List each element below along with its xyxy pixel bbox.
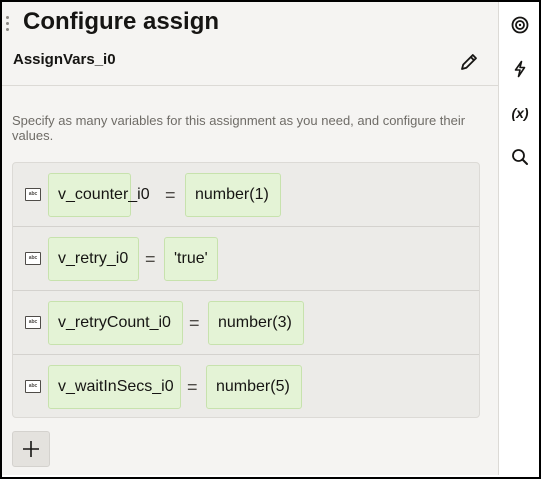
variable-chip[interactable]: v_retryCount_i0 — [48, 301, 183, 345]
rail-button-search[interactable] — [508, 145, 532, 169]
rail-button-variables[interactable]: (x) — [508, 101, 532, 125]
header-divider — [2, 85, 498, 86]
variable-chip[interactable]: v_retry_i0 — [48, 237, 139, 281]
assignment-row: abc v_waitInSecs_i0 = number(5) — [13, 355, 479, 417]
plus-icon — [23, 441, 39, 457]
string-type-icon: abc — [25, 316, 41, 329]
page-title: Configure assign — [23, 8, 220, 35]
rail-button-properties[interactable] — [508, 13, 532, 37]
edit-button[interactable] — [456, 49, 482, 75]
variable-chip[interactable]: v_counter_i0 — [48, 173, 150, 217]
value-chip[interactable]: 'true' — [164, 237, 218, 281]
pencil-icon — [461, 54, 477, 70]
variable-icon: (x) — [511, 105, 529, 121]
variable-chip[interactable]: v_waitInSecs_i0 — [48, 365, 181, 409]
assignment-row: abc v_retryCount_i0 = number(3) — [13, 291, 479, 355]
value-chip[interactable]: number(1) — [185, 173, 281, 217]
string-type-icon: abc — [25, 380, 41, 393]
rail-button-actions[interactable] — [508, 57, 532, 81]
string-type-icon: abc — [25, 188, 41, 201]
equals-operator: = — [189, 313, 200, 333]
assignment-row: abc v_counter_i0 = number(1) — [13, 163, 479, 227]
string-type-icon: abc — [25, 252, 41, 265]
value-chip[interactable]: number(5) — [206, 365, 302, 409]
lightning-icon — [514, 60, 526, 78]
search-icon — [512, 149, 528, 165]
drag-handle-icon[interactable] — [6, 16, 10, 38]
target-icon — [511, 16, 529, 34]
right-rail: (x) — [498, 2, 539, 475]
equals-operator: = — [165, 185, 176, 205]
equals-operator: = — [145, 249, 156, 269]
value-chip[interactable]: number(3) — [208, 301, 304, 345]
add-assignment-button[interactable] — [12, 431, 50, 467]
node-name: AssignVars_i0 — [13, 51, 116, 68]
description-text: Specify as many variables for this assig… — [12, 113, 466, 143]
assignment-list: abc v_counter_i0 = number(1) abc v_retry… — [12, 162, 480, 418]
assignment-row: abc v_retry_i0 = 'true' — [13, 227, 479, 291]
equals-operator: = — [187, 377, 198, 397]
